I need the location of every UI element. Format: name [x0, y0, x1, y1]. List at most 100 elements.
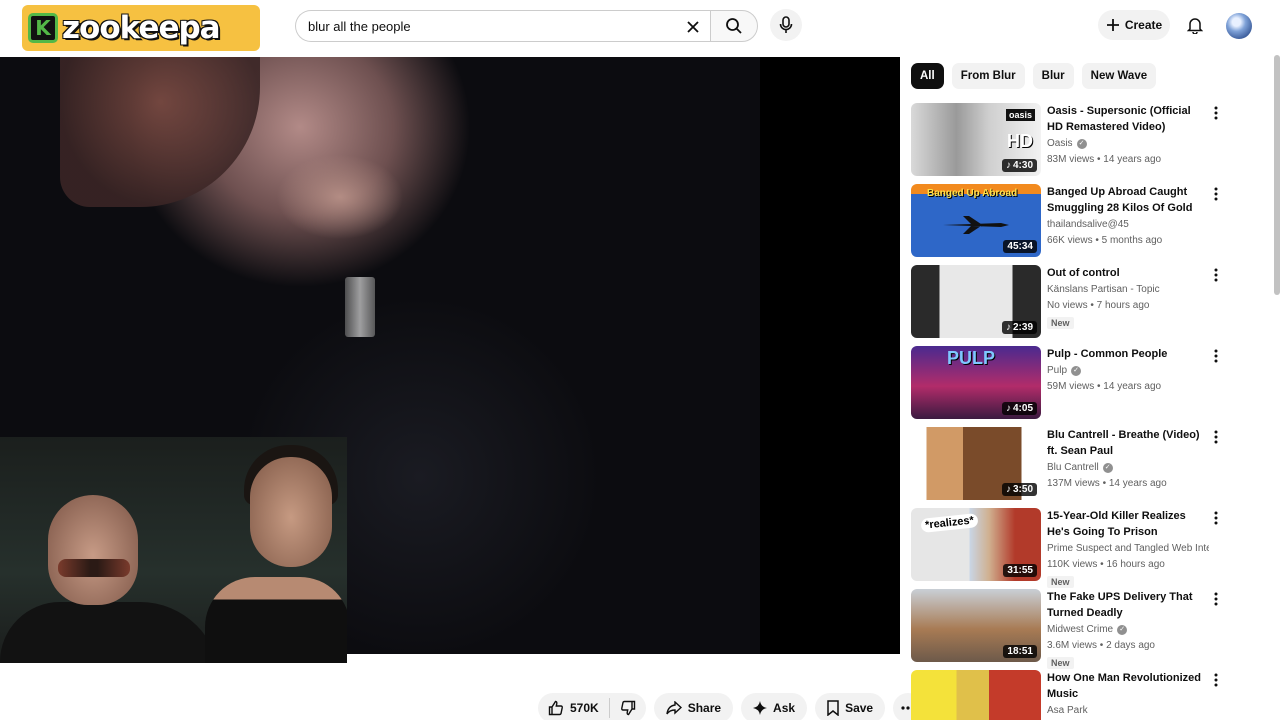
voice-search-button[interactable]	[770, 9, 802, 41]
webcam-overlay	[0, 437, 347, 663]
streamer-2-body	[205, 577, 347, 663]
save-label: Save	[845, 701, 874, 715]
video-thumbnail[interactable]: ♪ 2:39	[911, 265, 1041, 338]
list-item[interactable]: ♪ 2:39 Out of control Känslans Partisan -…	[911, 265, 1231, 346]
chip-from-blur[interactable]: From Blur	[951, 63, 1025, 89]
more-options-button[interactable]	[1209, 267, 1223, 283]
channel-name[interactable]: Oasis ✓	[1047, 135, 1209, 152]
duration-badge: 18:51	[1003, 645, 1037, 658]
search-box[interactable]	[295, 10, 710, 42]
page-scrollbar[interactable]	[1274, 55, 1280, 295]
zookeepa-logo[interactable]: K zookeepa	[22, 5, 260, 51]
video-thumbnail[interactable]: 18:51	[911, 589, 1041, 662]
chip-blur[interactable]: Blur	[1032, 63, 1074, 89]
microphone-icon	[779, 16, 793, 33]
logo-text: zookeepa	[62, 10, 221, 46]
video-thumbnail[interactable]: oasis HD ♪ 4:30	[911, 103, 1041, 176]
clear-search-button[interactable]	[682, 16, 704, 38]
kebab-icon	[1214, 106, 1218, 120]
thumbnail-text: PULP	[947, 348, 996, 368]
create-button[interactable]: Create	[1098, 10, 1170, 40]
video-info: The Fake UPS Delivery That Turned Deadly…	[1047, 589, 1209, 671]
more-options-button[interactable]	[1209, 510, 1223, 526]
streamer-1-body	[0, 602, 220, 663]
more-options-button[interactable]	[1209, 186, 1223, 202]
recommendations-list: oasis HD ♪ 4:30 Oasis - Supersonic (Offic…	[911, 103, 1231, 720]
bookmark-icon	[827, 700, 839, 716]
ask-button[interactable]: Ask	[741, 693, 808, 720]
verified-icon: ✓	[1076, 138, 1087, 149]
video-meta: 110K views • 16 hours ago	[1047, 559, 1165, 570]
video-thumbnail[interactable]	[911, 670, 1041, 720]
list-item[interactable]: 18:51 The Fake UPS Delivery That Turned …	[911, 589, 1231, 670]
music-note-icon: ♪	[1005, 403, 1011, 414]
video-thumbnail[interactable]: ♪ 3:50	[911, 427, 1041, 500]
verified-icon: ✓	[1071, 365, 1082, 376]
thumbs-down-icon	[620, 700, 635, 716]
music-note-icon: ♪	[1005, 484, 1011, 495]
video-meta: 66K views • 5 months ago	[1047, 235, 1163, 246]
share-button[interactable]: Share	[653, 693, 734, 720]
channel-name[interactable]: Känslans Partisan - Topic	[1047, 281, 1209, 298]
duration-badge: ♪ 3:50	[1001, 483, 1037, 496]
more-options-button[interactable]	[1209, 591, 1223, 607]
kebab-icon	[1214, 673, 1218, 687]
duration-badge: ♪ 4:30	[1001, 159, 1037, 172]
video-thumbnail[interactable]: Banged Up Abroad 45:34	[911, 184, 1041, 257]
channel-name[interactable]: thailandsalive@45	[1047, 216, 1209, 233]
create-label: Create	[1124, 18, 1163, 32]
search-button[interactable]	[710, 10, 758, 42]
list-item[interactable]: *realizes* 31:55 15-Year-Old Killer Real…	[911, 508, 1231, 589]
channel-name[interactable]: Asa Park	[1047, 702, 1209, 719]
video-subject-zipper	[345, 277, 375, 337]
more-options-button[interactable]	[1209, 348, 1223, 364]
list-item[interactable]: PULP ♪ 4:05 Pulp - Common People Pulp ✓ 59…	[911, 346, 1231, 427]
chip-new-wave[interactable]: New Wave	[1081, 63, 1157, 89]
save-button[interactable]: Save	[815, 693, 886, 720]
channel-name[interactable]: Blu Cantrell ✓	[1047, 459, 1209, 476]
video-title[interactable]: Oasis - Supersonic (Official HD Remaster…	[1047, 103, 1209, 135]
more-options-button[interactable]	[1209, 105, 1223, 121]
video-title[interactable]: Blu Cantrell - Breathe (Video) ft. Sean …	[1047, 427, 1209, 459]
video-title[interactable]: The Fake UPS Delivery That Turned Deadly	[1047, 589, 1209, 621]
video-title[interactable]: Banged Up Abroad Caught Smuggling 28 Kil…	[1047, 184, 1209, 216]
video-info: How One Man Revolutionized Music Asa Par…	[1047, 670, 1209, 719]
new-badge: New	[1047, 657, 1074, 669]
video-title[interactable]: How One Man Revolutionized Music	[1047, 670, 1209, 702]
channel-name[interactable]: Prime Suspect and Tangled Web Interrog..…	[1047, 540, 1209, 557]
duration-badge: ♪ 4:05	[1001, 402, 1037, 415]
duration-badge: ♪ 2:39	[1001, 321, 1037, 334]
kebab-icon	[1214, 187, 1218, 201]
list-item[interactable]: oasis HD ♪ 4:30 Oasis - Supersonic (Offic…	[911, 103, 1231, 184]
chip-all[interactable]: All	[911, 63, 944, 89]
kebab-icon	[1214, 349, 1218, 363]
video-thumbnail[interactable]: PULP ♪ 4:05	[911, 346, 1041, 419]
list-item[interactable]: How One Man Revolutionized Music Asa Par…	[911, 670, 1231, 720]
share-label: Share	[687, 701, 722, 715]
more-options-button[interactable]	[1209, 672, 1223, 688]
list-item[interactable]: ♪ 3:50 Blu Cantrell - Breathe (Video) ft.…	[911, 427, 1231, 508]
video-meta: 3.6M views • 2 days ago	[1047, 640, 1155, 651]
share-arrow-icon	[665, 701, 682, 715]
music-note-icon: ♪	[1005, 322, 1011, 333]
video-thumbnail[interactable]: *realizes* 31:55	[911, 508, 1041, 581]
dislike-button[interactable]	[610, 698, 646, 718]
search-input[interactable]	[308, 18, 668, 34]
streamer-1-head	[48, 495, 138, 605]
video-title[interactable]: 15-Year-Old Killer Realizes He's Going T…	[1047, 508, 1209, 540]
video-meta: 83M views • 14 years ago	[1047, 154, 1162, 165]
channel-name[interactable]: Midwest Crime ✓	[1047, 621, 1209, 638]
verified-icon: ✓	[1117, 624, 1128, 635]
video-title[interactable]: Out of control	[1047, 265, 1209, 281]
account-avatar[interactable]	[1226, 13, 1252, 39]
list-item[interactable]: Banged Up Abroad 45:34 Banged Up Abroad …	[911, 184, 1231, 265]
video-subject-hair	[60, 57, 260, 207]
like-button[interactable]: 570K	[538, 698, 610, 718]
video-info: Blu Cantrell - Breathe (Video) ft. Sean …	[1047, 427, 1209, 491]
more-options-button[interactable]	[1209, 429, 1223, 445]
video-title[interactable]: Pulp - Common People	[1047, 346, 1209, 362]
channel-name[interactable]: Pulp ✓	[1047, 362, 1209, 379]
notifications-button[interactable]	[1182, 12, 1208, 38]
ask-label: Ask	[773, 701, 796, 715]
plus-icon	[1106, 19, 1119, 31]
